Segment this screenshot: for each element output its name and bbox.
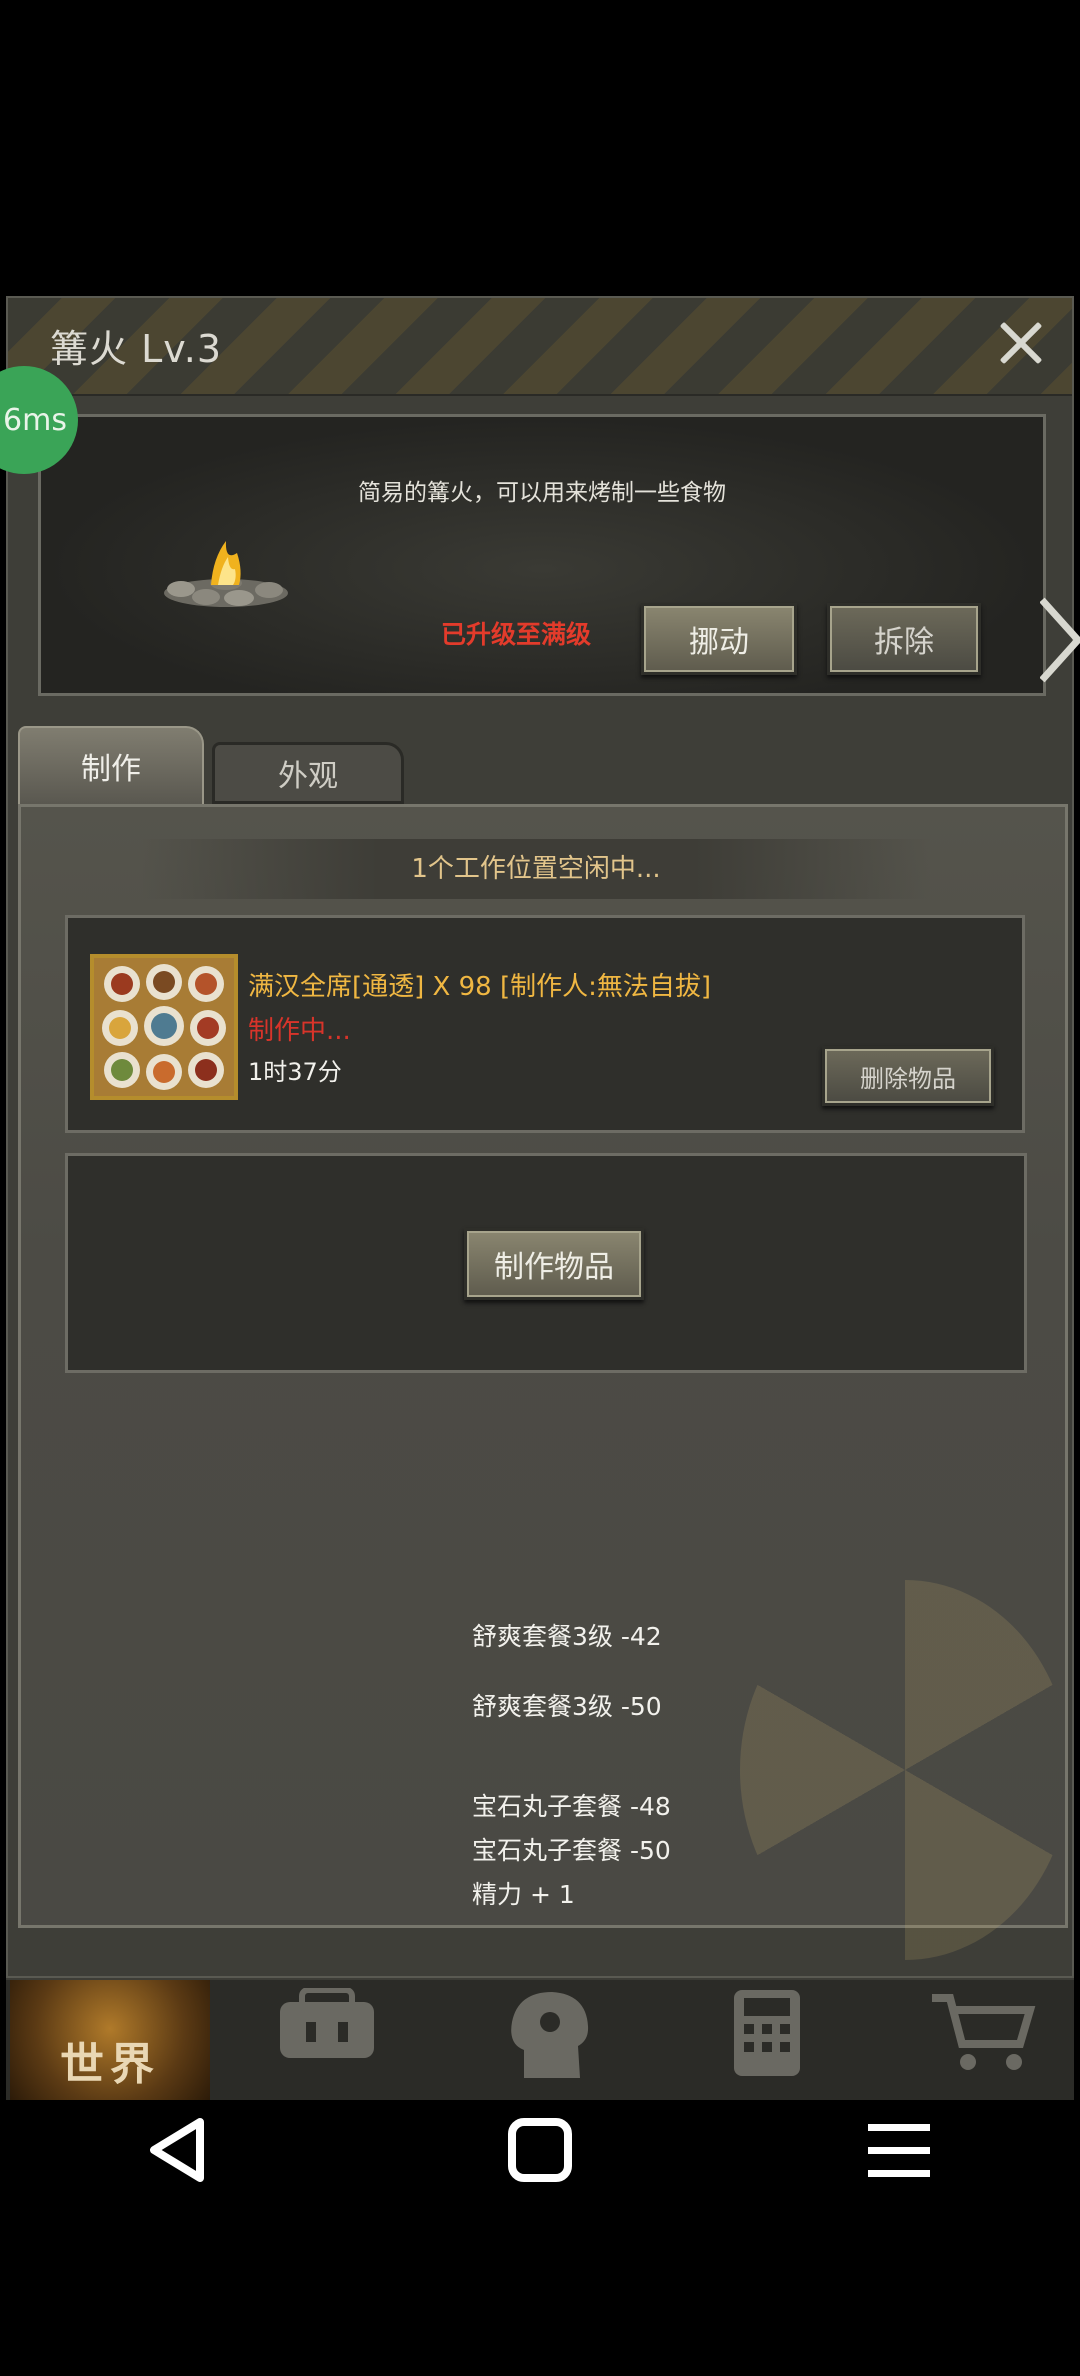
- effect-line: 宝石丸子套餐 -50: [472, 1836, 671, 1865]
- slots-status: 1个工作位置空闲中...: [141, 839, 931, 899]
- close-icon[interactable]: [992, 314, 1050, 372]
- effect-line: 舒爽套餐3级 -42: [472, 1622, 662, 1651]
- cart-icon[interactable]: [928, 1988, 1038, 2078]
- dialog-title: 篝火 Lv.3: [50, 327, 223, 371]
- nav-world[interactable]: 世界: [10, 1980, 210, 2102]
- effect-line: 精力 + 1: [472, 1880, 575, 1909]
- world-label: 世界: [60, 2039, 160, 2090]
- job-status: 制作中...: [248, 1016, 351, 1046]
- campfire-icon: [164, 541, 288, 607]
- effect-line: 舒爽套餐3级 -50: [472, 1692, 662, 1721]
- building-info-box: 简易的篝火，可以用来烤制一些食物 已升级至满级 挪动 拆除: [38, 414, 1046, 696]
- menu-icon[interactable]: [864, 2118, 934, 2182]
- craft-slot-empty: 制作物品: [65, 1153, 1027, 1373]
- make-item-button[interactable]: 制作物品: [464, 1228, 644, 1300]
- system-nav-bar: [0, 2100, 1080, 2196]
- bottom-nav: 世界: [6, 1978, 1074, 2102]
- job-time-left: 1时37分: [248, 1058, 342, 1086]
- back-icon[interactable]: [144, 2118, 214, 2182]
- feast-item-icon: [90, 954, 238, 1100]
- tab-craft[interactable]: 制作: [18, 726, 204, 804]
- calculator-icon[interactable]: [712, 1988, 822, 2078]
- backpack-icon[interactable]: [272, 1988, 382, 2078]
- home-icon[interactable]: [506, 2118, 576, 2182]
- move-button[interactable]: 挪动: [641, 603, 797, 675]
- tab-appearance[interactable]: 外观: [212, 742, 404, 804]
- building-description: 简易的篝火，可以用来烤制一些食物: [358, 480, 726, 506]
- side-close-icon[interactable]: [1040, 590, 1080, 690]
- job-item-name: 满汉全席[通透] X 98 [制作人:無法自拔]: [248, 972, 712, 1002]
- dialog-header: 篝火 Lv.3: [8, 298, 1072, 396]
- hazard-watermark: [740, 1580, 1070, 1960]
- max-level-text: 已升级至满级: [441, 620, 592, 649]
- crafting-job: 满汉全席[通透] X 98 [制作人:無法自拔] 制作中... 1时37分 删除…: [65, 915, 1025, 1133]
- demolish-button[interactable]: 拆除: [827, 603, 981, 675]
- delete-item-button[interactable]: 删除物品: [822, 1046, 994, 1106]
- head-gear-icon[interactable]: [494, 1988, 604, 2078]
- effect-line: 宝石丸子套餐 -48: [472, 1792, 671, 1821]
